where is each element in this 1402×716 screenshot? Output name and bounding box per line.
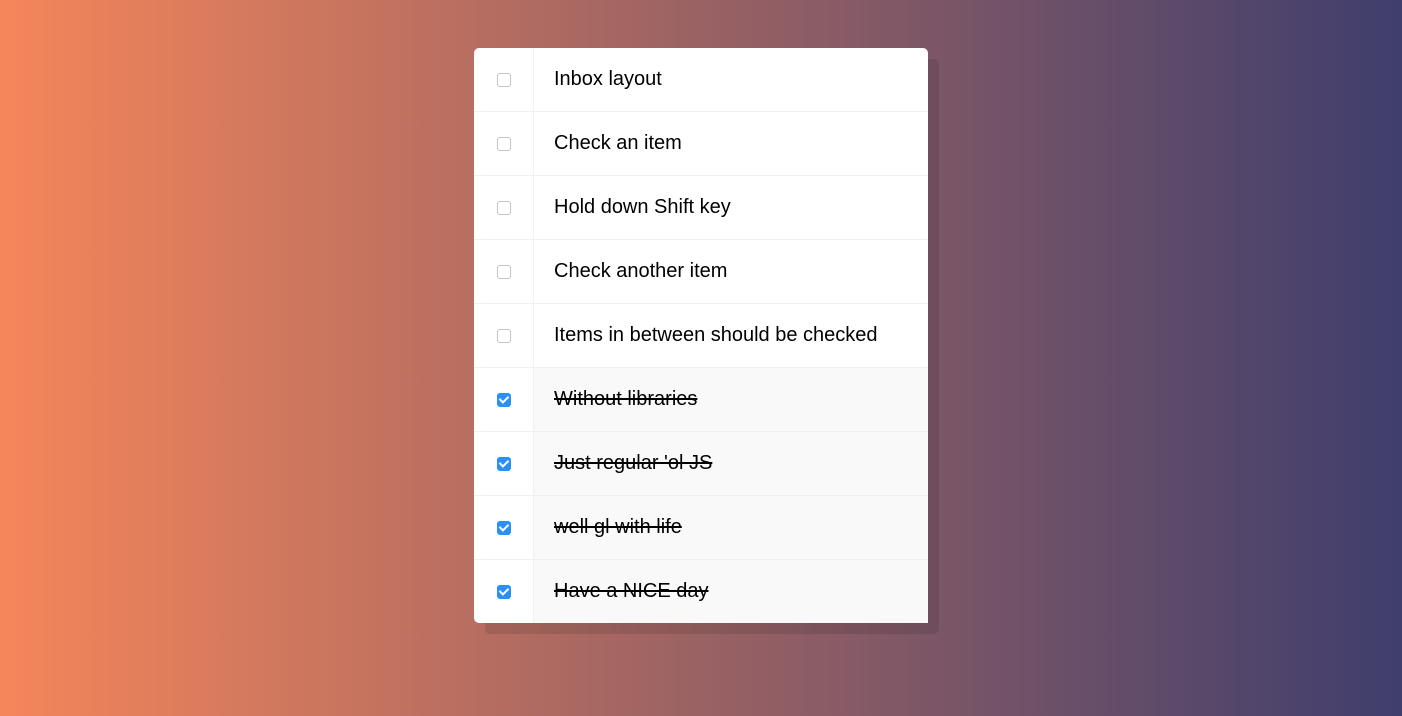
list-item: well gl with life xyxy=(474,496,928,560)
item-checkbox[interactable] xyxy=(497,329,511,343)
list-item: Check an item xyxy=(474,112,928,176)
checkbox-cell xyxy=(474,560,534,623)
item-checkbox[interactable] xyxy=(497,265,511,279)
checkbox-cell xyxy=(474,304,534,367)
item-label: Check an item xyxy=(534,112,928,175)
checkbox-cell xyxy=(474,496,534,559)
item-label: Hold down Shift key xyxy=(534,176,928,239)
checkbox-cell xyxy=(474,240,534,303)
inbox-list: Inbox layout Check an item Hold down Shi… xyxy=(474,48,928,623)
list-item: Without libraries xyxy=(474,368,928,432)
item-label: Just regular 'ol JS xyxy=(534,432,928,495)
item-checkbox[interactable] xyxy=(497,137,511,151)
item-label: well gl with life xyxy=(534,496,928,559)
checkbox-cell xyxy=(474,176,534,239)
list-item: Inbox layout xyxy=(474,48,928,112)
list-item: Check another item xyxy=(474,240,928,304)
item-label: Have a NICE day xyxy=(534,560,928,623)
item-checkbox[interactable] xyxy=(497,521,511,535)
checkbox-cell xyxy=(474,48,534,111)
item-checkbox[interactable] xyxy=(497,585,511,599)
item-label: Inbox layout xyxy=(534,48,928,111)
list-item: Items in between should be checked xyxy=(474,304,928,368)
item-checkbox[interactable] xyxy=(497,393,511,407)
item-checkbox[interactable] xyxy=(497,201,511,215)
list-item: Just regular 'ol JS xyxy=(474,432,928,496)
checkbox-cell xyxy=(474,112,534,175)
item-label: Items in between should be checked xyxy=(534,304,928,367)
checkbox-cell xyxy=(474,368,534,431)
list-item: Have a NICE day xyxy=(474,560,928,623)
item-checkbox[interactable] xyxy=(497,457,511,471)
item-label: Check another item xyxy=(534,240,928,303)
item-checkbox[interactable] xyxy=(497,73,511,87)
checkbox-cell xyxy=(474,432,534,495)
item-label: Without libraries xyxy=(534,368,928,431)
list-item: Hold down Shift key xyxy=(474,176,928,240)
